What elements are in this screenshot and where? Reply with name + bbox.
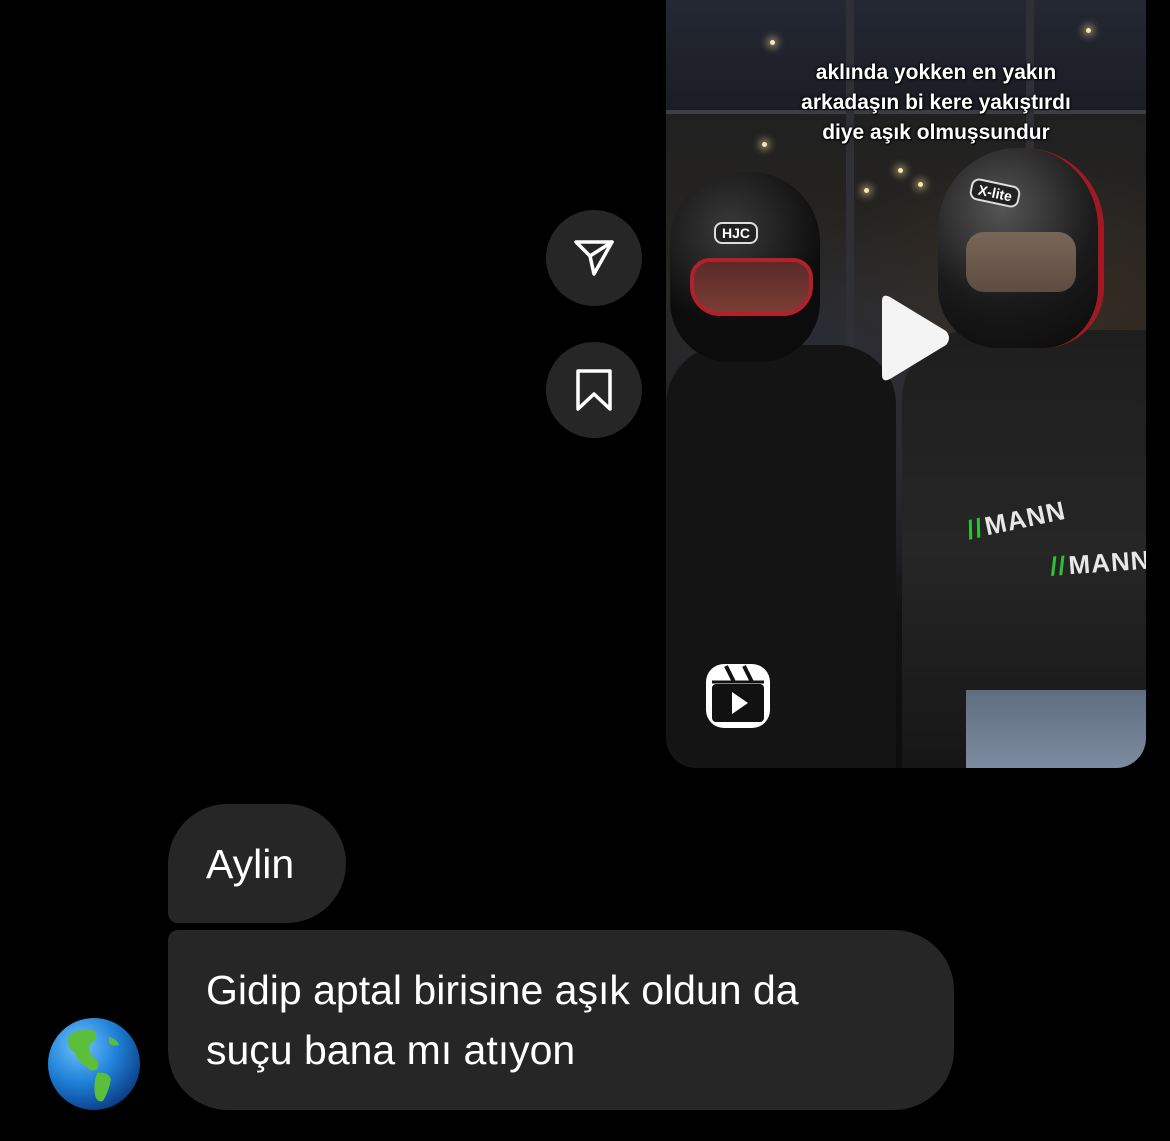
- brand-stripe: //: [1049, 550, 1068, 582]
- message-text: Gidip aptal birisine aşık oldun da suçu …: [206, 967, 799, 1073]
- bookmark-icon: [576, 369, 612, 411]
- reel-face-right: [966, 232, 1076, 292]
- reel-background-light: [770, 40, 775, 45]
- brand-word: MANN: [1067, 544, 1146, 581]
- message-bubble[interactable]: Gidip aptal birisine aşık oldun da suçu …: [168, 930, 954, 1110]
- reel-helmet-left-visor: [690, 258, 813, 316]
- reels-icon: [706, 664, 770, 728]
- helmet-left-logo: HJC: [714, 222, 759, 244]
- share-button[interactable]: [546, 210, 642, 306]
- reel-caption: aklında yokken en yakın arkadaşın bi ker…: [801, 61, 1071, 144]
- message-bubble[interactable]: Aylin: [168, 804, 346, 923]
- reel-background-light: [898, 168, 903, 173]
- reel-background-light: [864, 188, 869, 193]
- jacket-brand-label: //MANN: [1049, 545, 1146, 583]
- paper-plane-icon: [574, 240, 614, 276]
- reel-jeans: [966, 690, 1146, 768]
- reel-person-left: [666, 345, 896, 768]
- shared-reel-card[interactable]: HJC X-lite //MANN //MANN aklında yokken …: [666, 0, 1146, 768]
- reel-background-light: [918, 182, 923, 187]
- globe-americas-icon[interactable]: [47, 1017, 141, 1111]
- save-button[interactable]: [546, 342, 642, 438]
- reel-background-light: [1086, 28, 1091, 33]
- play-icon[interactable]: [872, 293, 952, 383]
